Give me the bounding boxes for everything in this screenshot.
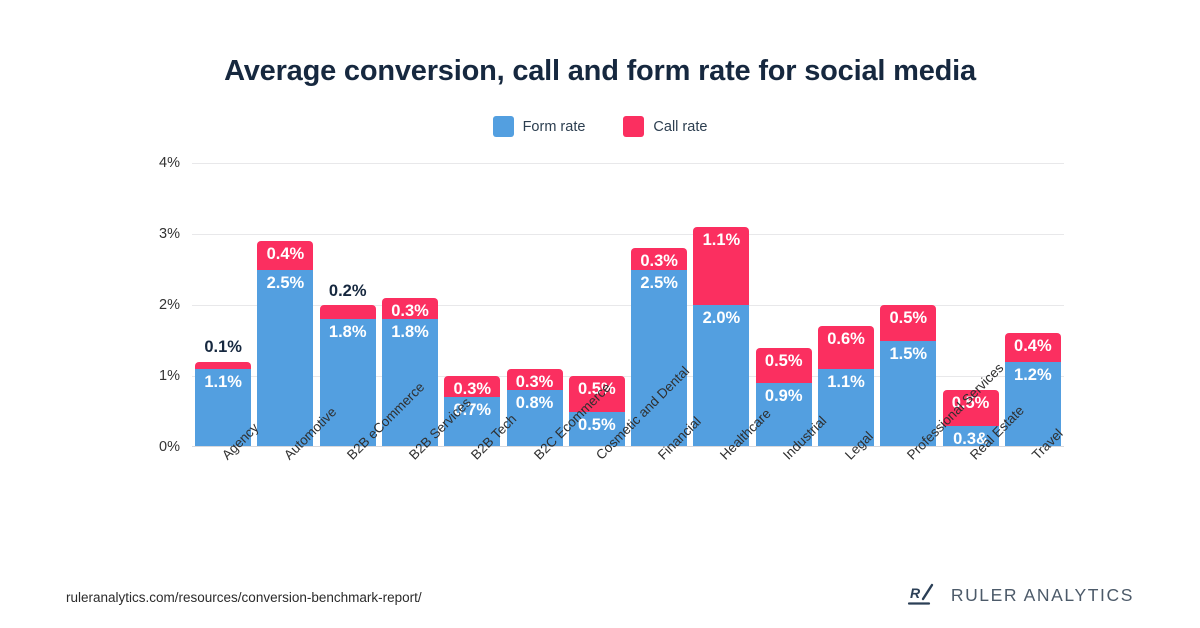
bar-value-label-form-rate: 0.9% [764, 387, 803, 406]
bar-segment-call-rate[interactable]: 0.3% [506, 368, 563, 391]
ruler-r-slash-icon: R [907, 583, 934, 605]
bar-segment-call-rate[interactable]: 0.4% [1004, 333, 1061, 362]
bar-value-label-call-rate: 0.3% [391, 301, 429, 320]
bar-value-label-form-rate: 2.5% [266, 273, 305, 292]
bar-value-label-call-rate: 0.2% [328, 281, 367, 300]
bar-segment-call-rate[interactable]: 0.4% [257, 241, 314, 270]
bar-value-label-form-rate: 1.2% [1014, 365, 1052, 384]
y-axis-tick: 0% [159, 439, 180, 455]
bar-value-label-form-rate: 2.0% [702, 309, 741, 327]
bar-value-label-call-rate: 0.5% [889, 309, 928, 327]
y-axis-tick: 4% [159, 155, 180, 171]
y-axis: 0% 1% 2% 3% 4% [130, 155, 180, 455]
bar-series-container: 1.1% 0.1% 2.5% 0.4% 1.8% 0.2% 1.8% 0.3% 0.7% 0.3%… [192, 163, 1064, 447]
bar-segment-call-rate[interactable]: 0.5% [880, 305, 937, 341]
bar-value-label-form-rate: 1.5% [889, 344, 928, 363]
bar-value-label-form-rate: 0.8% [515, 394, 554, 413]
brand-logo: R RULER ANALYTICS [907, 583, 1134, 608]
bar-value-label-form-rate: 1.8% [328, 323, 367, 342]
bar-value-label-call-rate: 0.5% [764, 351, 803, 370]
bar-group[interactable]: 2.5% 0.4% [257, 241, 314, 447]
y-axis-tick: 1% [159, 368, 180, 384]
brand-name: RULER ANALYTICS [950, 585, 1134, 605]
bar-value-label-call-rate: 0.3% [640, 252, 678, 271]
legend-label-form-rate: Form rate [522, 118, 586, 135]
axis-baseline [192, 446, 1064, 447]
x-axis: Agency Automotive B2B eCommerce B2B Service… [192, 360, 1065, 562]
bar-value-label-form-rate: 1.1% [204, 372, 242, 391]
bar-segment-form-rate[interactable]: 2.5% [257, 269, 314, 447]
bar-segment-call-rate[interactable]: 0.3% [631, 248, 688, 271]
bar-value-label-call-rate: 0.3% [453, 380, 492, 399]
chart-legend: Form rate Call rate [0, 116, 1200, 137]
bar-value-label-call-rate: 0.1% [204, 338, 242, 357]
y-axis-tick: 3% [159, 226, 180, 242]
svg-text:R: R [910, 585, 921, 601]
bar-segment-call-rate[interactable] [195, 361, 252, 369]
bar-group[interactable]: 2.0% 1.1% [693, 226, 750, 447]
bar-value-label-call-rate: 0.6% [827, 330, 865, 349]
y-axis-tick: 2% [159, 297, 180, 313]
chart-plot-area: 1.1% 0.1% 2.5% 0.4% 1.8% 0.2% 1.8% 0.3% 0.7% 0.3%… [192, 163, 1064, 447]
bar-segment-call-rate[interactable]: 0.3% [382, 297, 438, 320]
bar-value-label-form-rate: 1.8% [391, 323, 429, 342]
bar-value-label-form-rate: 2.5% [640, 273, 678, 292]
bar-value-label-call-rate: 0.4% [1014, 337, 1052, 356]
bar-value-label-form-rate: 1.1% [827, 372, 865, 391]
bar-value-label-call-rate: 0.3% [515, 372, 554, 391]
bar-segment-call-rate[interactable] [319, 305, 376, 320]
bar-group[interactable]: 1.5% 0.5% [880, 305, 937, 447]
bar-segment-call-rate[interactable]: 0.6% [818, 326, 874, 369]
bar-value-label-call-rate: 0.4% [266, 245, 305, 264]
legend-item-form-rate[interactable]: Form rate [492, 116, 586, 137]
bar-segment-call-rate[interactable]: 1.1% [693, 226, 750, 305]
legend-swatch-form-rate [492, 116, 514, 137]
legend-item-call-rate[interactable]: Call rate [623, 116, 707, 137]
legend-label-call-rate: Call rate [653, 118, 708, 135]
bar-segment-call-rate[interactable]: 0.3% [444, 376, 501, 399]
bar-segment-call-rate[interactable]: 0.5% [755, 347, 812, 384]
legend-swatch-call-rate [623, 116, 645, 137]
page-title: Average conversion, call and form rate f… [224, 55, 976, 87]
bar-value-label-call-rate: 1.1% [702, 230, 741, 249]
source-url[interactable]: ruleranalytics.com/resources/conversion-… [66, 590, 422, 605]
